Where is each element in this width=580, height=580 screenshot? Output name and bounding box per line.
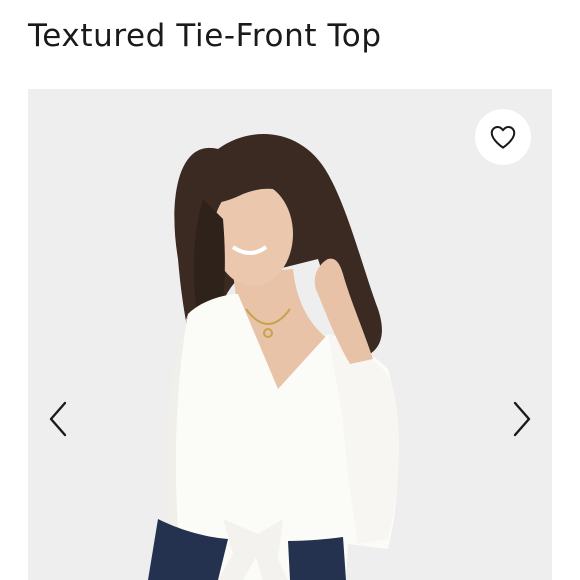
favorite-button[interactable]	[475, 109, 531, 165]
next-image-button[interactable]	[504, 391, 540, 447]
chevron-right-icon	[513, 401, 531, 437]
heart-icon	[490, 126, 516, 149]
product-image-gallery[interactable]	[28, 89, 552, 580]
chevron-left-icon	[49, 401, 67, 437]
product-title: Textured Tie-Front Top	[28, 18, 382, 54]
previous-image-button[interactable]	[40, 391, 76, 447]
product-photo	[28, 89, 552, 580]
